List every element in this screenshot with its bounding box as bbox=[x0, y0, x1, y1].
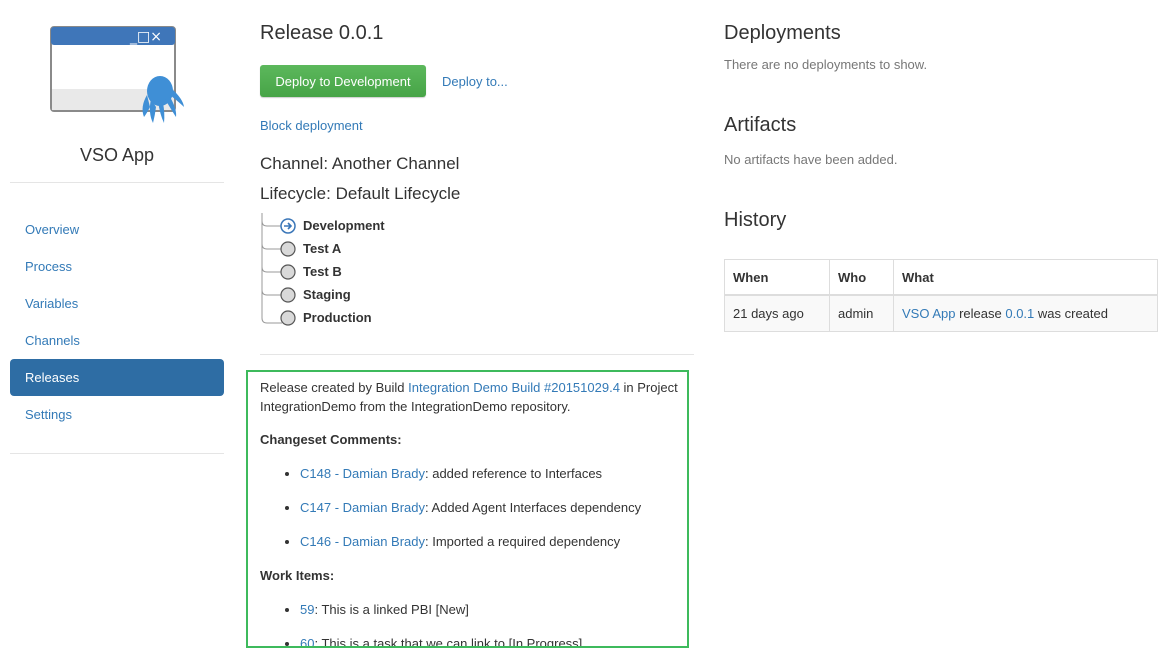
work-item-list: 59: This is a linked PBI [New] 60: This … bbox=[260, 600, 684, 648]
list-item: 60: This is a task that we can link to [… bbox=[300, 634, 684, 648]
circle-icon bbox=[280, 241, 296, 257]
deployments-heading: Deployments bbox=[724, 22, 841, 44]
history-what-text: release bbox=[955, 306, 1006, 321]
changeset-link[interactable]: C147 - Damian Brady bbox=[300, 500, 425, 515]
phase-label: Production bbox=[303, 310, 372, 325]
list-item: 59: This is a linked PBI [New] bbox=[300, 600, 684, 634]
build-link[interactable]: Integration Demo Build #20151029.4 bbox=[408, 380, 620, 395]
project-link[interactable]: VSO App bbox=[902, 306, 955, 321]
release-version-link[interactable]: 0.0.1 bbox=[1005, 306, 1034, 321]
work-item-text: : This is a linked PBI [New] bbox=[314, 602, 469, 617]
lifecycle-label: Lifecycle: Default Lifecycle bbox=[260, 184, 461, 203]
deploy-to-development-button[interactable]: Deploy to Development bbox=[260, 65, 426, 97]
history-what-suffix: was created bbox=[1034, 306, 1108, 321]
block-deployment-link[interactable]: Block deployment bbox=[260, 118, 363, 133]
page-title: Release 0.0.1 bbox=[260, 22, 384, 44]
work-items-heading: Work Items: bbox=[260, 568, 335, 583]
phase-label: Test B bbox=[303, 264, 342, 279]
history-when: 21 days ago bbox=[724, 294, 830, 332]
artifacts-heading: Artifacts bbox=[724, 114, 797, 136]
column-header-when: When bbox=[724, 259, 830, 296]
sidebar-item-variables[interactable]: Variables bbox=[10, 285, 224, 322]
release-notes: Release created by Build Integration Dem… bbox=[246, 370, 689, 648]
sidebar-nav: Overview Process Variables Channels Rele… bbox=[10, 211, 224, 433]
changesets-heading: Changeset Comments: bbox=[260, 432, 402, 447]
history-table: When Who What 21 days ago admin VSO App … bbox=[724, 259, 1158, 332]
list-item: C146 - Damian Brady: Imported a required… bbox=[300, 532, 684, 566]
octopus-window-icon: _□× bbox=[50, 26, 184, 123]
changeset-text: : Imported a required dependency bbox=[425, 534, 621, 549]
phase-label: Development bbox=[303, 218, 385, 233]
phase-label: Test A bbox=[303, 241, 342, 256]
phase-label: Staging bbox=[303, 287, 351, 302]
intro-prefix: Release created by Build bbox=[260, 380, 409, 395]
changeset-text: : Added Agent Interfaces dependency bbox=[425, 500, 642, 515]
release-sidebar-right: Deployments There are no deployments to … bbox=[724, 0, 1158, 649]
release-notes-intro: Release created by Build Integration Dem… bbox=[260, 378, 684, 416]
circle-icon bbox=[280, 287, 296, 303]
sidebar-item-process[interactable]: Process bbox=[10, 248, 224, 285]
lifecycle-phases: Development Test A Test B Staging Produc… bbox=[260, 213, 560, 333]
window-controls: _□× bbox=[129, 29, 162, 45]
work-item-link[interactable]: 59 bbox=[300, 602, 314, 617]
changeset-text: : added reference to Interfaces bbox=[425, 466, 603, 481]
sidebar-item-settings[interactable]: Settings bbox=[10, 396, 224, 433]
sidebar-item-releases[interactable]: Releases bbox=[10, 359, 224, 396]
column-header-what: What bbox=[893, 259, 1158, 296]
sidebar-divider-bottom bbox=[10, 453, 224, 454]
circle-icon bbox=[280, 310, 296, 326]
sidebar-item-overview[interactable]: Overview bbox=[10, 211, 224, 248]
arrow-circle-icon bbox=[280, 218, 296, 234]
history-heading: History bbox=[724, 209, 787, 231]
sidebar-divider-top bbox=[10, 182, 224, 183]
deployments-empty: There are no deployments to show. bbox=[724, 57, 928, 72]
channel-label: Channel: Another Channel bbox=[260, 154, 460, 173]
changeset-list: C148 - Damian Brady: added reference to … bbox=[260, 464, 684, 566]
section-divider bbox=[260, 354, 694, 355]
history-what: VSO App release 0.0.1 was created bbox=[893, 294, 1158, 332]
sidebar: _□× VSO App Overview Process Variables C… bbox=[10, 0, 224, 649]
work-item-link[interactable]: 60 bbox=[300, 636, 314, 646]
artifacts-empty: No artifacts have been added. bbox=[724, 152, 898, 167]
history-who: admin bbox=[829, 294, 894, 332]
table-header-row: When Who What bbox=[724, 259, 1158, 296]
list-item: C148 - Damian Brady: added reference to … bbox=[300, 464, 684, 498]
sidebar-item-channels[interactable]: Channels bbox=[10, 322, 224, 359]
list-item: C147 - Damian Brady: Added Agent Interfa… bbox=[300, 498, 684, 532]
changeset-link[interactable]: C146 - Damian Brady bbox=[300, 534, 425, 549]
circle-icon bbox=[280, 264, 296, 280]
work-item-text: : This is a task that we can link to [In… bbox=[314, 636, 583, 648]
column-header-who: Who bbox=[829, 259, 894, 296]
deploy-to-link[interactable]: Deploy to... bbox=[442, 74, 508, 89]
changeset-link[interactable]: C148 - Damian Brady bbox=[300, 466, 425, 481]
app-name: VSO App bbox=[79, 145, 155, 165]
table-row: 21 days ago admin VSO App release 0.0.1 … bbox=[724, 294, 1158, 332]
